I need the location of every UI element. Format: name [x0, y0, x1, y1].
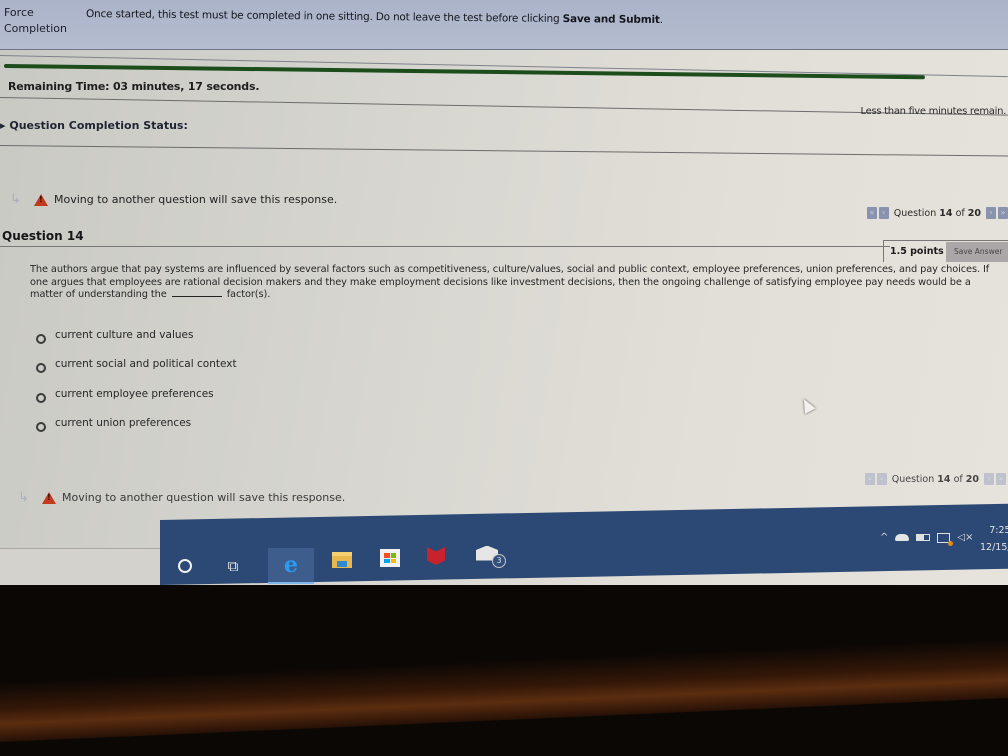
option-label: current social and political context — [55, 358, 237, 371]
file-explorer-icon[interactable] — [329, 547, 355, 573]
save-answer-button[interactable]: Save Answer — [946, 241, 1008, 262]
mail-badge: 3 — [492, 554, 506, 568]
answer-blank — [171, 296, 222, 297]
battery-icon[interactable] — [916, 534, 931, 541]
divider — [0, 145, 1008, 157]
force-completion-label: Force Completion — [4, 6, 68, 35]
radio-button[interactable] — [36, 392, 46, 403]
warning-icon — [42, 491, 56, 504]
question-text: The authors argue that pay systems are i… — [30, 264, 990, 300]
volume-muted-icon[interactable]: ◁× — [957, 532, 973, 543]
expand-icon: ▸ — [0, 119, 10, 132]
radio-button[interactable] — [36, 363, 46, 374]
question-navigation-bottom: « ‹ Question 14 of 20 › » — [864, 473, 1006, 485]
first-question-button[interactable]: « — [866, 207, 877, 219]
option-label: current union preferences — [55, 417, 192, 430]
radio-button[interactable] — [36, 333, 46, 344]
last-question-button[interactable]: » — [998, 207, 1008, 219]
question-counter: Question 14 of 20 — [891, 473, 979, 485]
clock-time: 7:25 — [989, 525, 1008, 536]
system-tray: ^ ◁× — [880, 532, 973, 546]
question-completion-status-toggle[interactable]: ▸ Question Completion Status: — [0, 119, 188, 132]
next-question-button[interactable]: › — [986, 207, 996, 219]
force-completion-text: Once started, this test must be complete… — [85, 8, 663, 27]
remaining-time: Remaining Time: 03 minutes, 17 seconds. — [8, 80, 260, 93]
next-question-button[interactable]: › — [984, 473, 994, 485]
return-arrow-icon: ↳ — [18, 490, 29, 505]
question-navigation: « ‹ Question 14 of 20 › » — [866, 207, 1008, 219]
edge-icon[interactable]: e — [268, 548, 314, 584]
browser-screen: Force Completion Once started, this test… — [0, 0, 1008, 585]
taskbar-clock[interactable]: 7:25 12/15/ — [980, 522, 1008, 556]
answer-option[interactable]: current employee preferences — [36, 379, 237, 409]
previous-question-button[interactable]: ‹ — [876, 473, 887, 485]
divider — [0, 97, 1008, 116]
question-points: 1.5 points — [890, 246, 944, 257]
cortana-search-icon[interactable] — [172, 553, 198, 579]
radio-button[interactable] — [36, 422, 46, 433]
laptop-bezel — [0, 637, 1008, 743]
question-title: Question 14 — [2, 229, 84, 243]
mcafee-icon[interactable] — [423, 543, 449, 569]
answer-option[interactable]: current social and political context — [36, 350, 237, 380]
first-question-button[interactable]: « — [864, 473, 875, 485]
network-icon[interactable] — [937, 532, 954, 546]
show-hidden-icons-chevron-icon[interactable]: ^ — [880, 532, 888, 543]
force-completion-box: Force Completion Once started, this test… — [0, 0, 1008, 50]
divider — [0, 246, 890, 247]
mail-icon[interactable]: 3 — [474, 540, 506, 568]
last-question-button[interactable]: » — [996, 473, 1006, 485]
onedrive-icon[interactable] — [895, 534, 910, 541]
store-icon[interactable] — [377, 545, 403, 571]
save-notice: ↳ Moving to another question will save t… — [10, 192, 337, 207]
points-box: 1.5 points Save Answer — [883, 240, 1008, 262]
question-counter: Question 14 of 20 — [893, 207, 981, 219]
option-label: current employee preferences — [55, 387, 214, 400]
answer-options: current culture and values current socia… — [36, 320, 237, 438]
mouse-cursor-icon — [798, 396, 816, 414]
page-bottom — [0, 548, 160, 585]
save-notice-bottom: ↳ Moving to another question will save t… — [18, 490, 345, 505]
answer-option[interactable]: current union preferences — [36, 409, 237, 439]
clock-date: 12/15/ — [980, 542, 1008, 553]
time-warning: Less than five minutes remain. — [860, 106, 1007, 117]
option-label: current culture and values — [55, 328, 194, 341]
task-view-icon[interactable]: ⧉ — [220, 553, 246, 579]
return-arrow-icon: ↳ — [10, 192, 21, 207]
warning-icon — [34, 193, 48, 206]
answer-option[interactable]: current culture and values — [36, 320, 237, 350]
previous-question-button[interactable]: ‹ — [878, 207, 889, 219]
